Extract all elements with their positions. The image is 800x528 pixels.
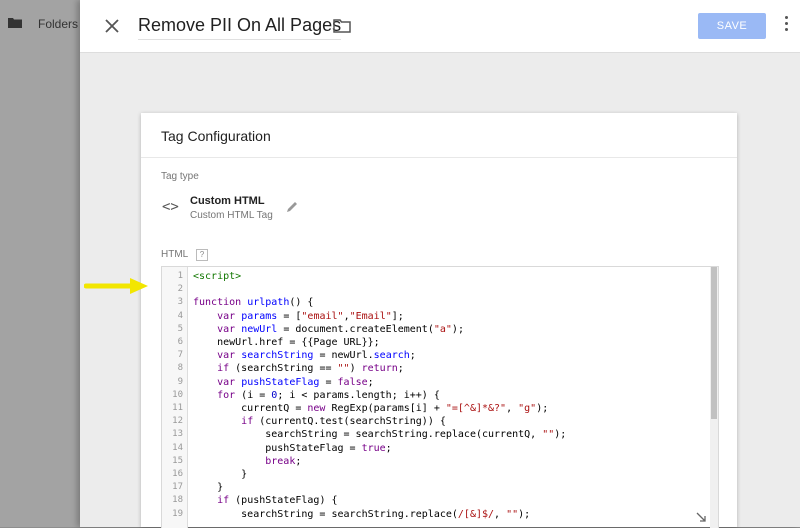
line-number: 7 bbox=[177, 350, 183, 361]
edit-pencil-icon[interactable] bbox=[286, 201, 298, 213]
scrollbar-thumb[interactable] bbox=[711, 267, 717, 419]
line-number: 5 bbox=[177, 323, 183, 334]
code-line[interactable]: if (pushStateFlag) { bbox=[193, 495, 337, 506]
code-brackets-icon: <> bbox=[162, 199, 179, 215]
code-line[interactable]: pushStateFlag = true; bbox=[193, 443, 391, 454]
tag-type-label: Tag type bbox=[161, 171, 199, 182]
code-line[interactable]: break; bbox=[193, 456, 301, 467]
line-number: 12 bbox=[172, 416, 183, 427]
line-number: 19 bbox=[172, 508, 183, 519]
line-number: 1 bbox=[177, 271, 183, 281]
line-number-gutter: 1 2 3 4 5 6 7 8 9 10 11 12 13 14 15 16 17 18 19 bbox=[162, 267, 188, 528]
code-line[interactable]: } bbox=[193, 482, 223, 493]
code-line[interactable]: for (i = 0; i < params.length; i++) { bbox=[193, 390, 440, 401]
line-number: 6 bbox=[177, 337, 183, 347]
line-number: 17 bbox=[172, 482, 183, 493]
line-number: 10 bbox=[172, 389, 183, 400]
code-line[interactable]: currentQ = new RegExp(params[i] + "=[^&]… bbox=[193, 403, 548, 414]
tag-configuration-card: Tag Configuration Tag type <> Custom HTM… bbox=[141, 113, 737, 528]
code-line[interactable]: <script> bbox=[193, 271, 241, 282]
folder-icon[interactable] bbox=[333, 19, 351, 33]
save-button[interactable]: SAVE bbox=[698, 13, 766, 39]
line-number: 11 bbox=[172, 403, 183, 413]
more-options-icon[interactable] bbox=[783, 14, 789, 36]
top-bar: Remove PII On All Pages SAVE bbox=[80, 0, 800, 53]
code-line[interactable]: searchString = searchString.replace(/[&]… bbox=[193, 509, 530, 520]
annotation-arrow-icon bbox=[84, 278, 148, 294]
code-line[interactable]: var newUrl = document.createElement("a")… bbox=[193, 324, 464, 335]
line-number: 9 bbox=[177, 376, 183, 387]
code-line[interactable]: function urlpath() { bbox=[193, 297, 313, 308]
close-icon[interactable] bbox=[100, 14, 124, 38]
card-title: Tag Configuration bbox=[161, 128, 271, 144]
folder-icon bbox=[8, 18, 22, 28]
code-line[interactable]: } bbox=[193, 469, 247, 480]
editor-scrollbar[interactable] bbox=[710, 267, 718, 528]
code-line[interactable]: if (currentQ.test(searchString)) { bbox=[193, 416, 446, 427]
line-number: 4 bbox=[177, 310, 183, 321]
code-line[interactable]: var searchString = newUrl.search; bbox=[193, 350, 416, 361]
code-line[interactable]: var params = ["email","Email"]; bbox=[193, 311, 404, 322]
code-line[interactable] bbox=[193, 284, 199, 295]
html-label: HTML bbox=[161, 249, 189, 260]
folders-label[interactable]: Folders bbox=[38, 17, 78, 31]
line-number: 3 bbox=[177, 297, 183, 308]
line-number: 15 bbox=[172, 455, 183, 466]
tag-editor-panel: Remove PII On All Pages SAVE Tag Configu… bbox=[80, 0, 800, 528]
tag-type-name[interactable]: Custom HTML bbox=[190, 195, 265, 207]
resize-handle-icon[interactable] bbox=[696, 512, 706, 522]
code-line[interactable]: if (searchString == "") return; bbox=[193, 363, 404, 374]
code-line[interactable]: newUrl.href = {{Page URL}}; bbox=[193, 337, 380, 348]
card-header: Tag Configuration bbox=[141, 113, 737, 158]
help-icon[interactable]: ? bbox=[196, 249, 208, 261]
line-number: 18 bbox=[172, 495, 183, 506]
line-number: 13 bbox=[172, 429, 183, 440]
line-number: 2 bbox=[177, 284, 183, 295]
tag-type-subtitle: Custom HTML Tag bbox=[190, 210, 273, 221]
code-line[interactable]: searchString = searchString.replace(curr… bbox=[193, 429, 566, 440]
code-editor[interactable]: 1 2 3 4 5 6 7 8 9 10 11 12 13 14 15 16 17 18 19 <script> f… bbox=[161, 266, 719, 528]
line-number: 16 bbox=[172, 469, 183, 479]
background-sidebar: Folders bbox=[0, 0, 80, 527]
code-line[interactable]: var pushStateFlag = false; bbox=[193, 377, 374, 388]
line-number: 14 bbox=[172, 442, 183, 453]
line-number: 8 bbox=[177, 363, 183, 374]
tag-title[interactable]: Remove PII On All Pages bbox=[138, 15, 342, 40]
